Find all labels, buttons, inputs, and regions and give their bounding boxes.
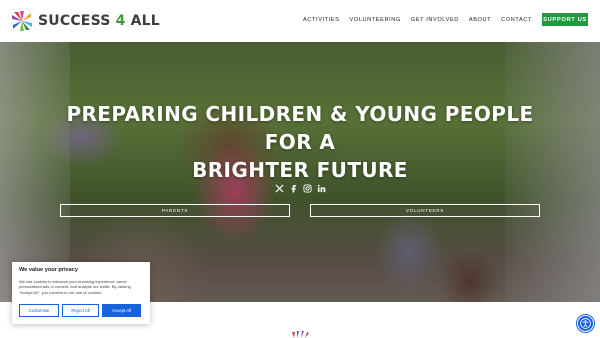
- instagram-icon[interactable]: [303, 184, 312, 193]
- cookie-accept-all-button[interactable]: Accept All: [102, 304, 141, 317]
- hero-title: PREPARING CHILDREN & YOUNG PEOPLE FOR A …: [66, 102, 534, 182]
- facebook-icon[interactable]: [289, 184, 298, 193]
- accessibility-button[interactable]: [577, 315, 594, 332]
- site-header: SUCCESS 4 ALL ACTIVITIES VOLUNTEERING GE…: [0, 0, 600, 42]
- page: SUCCESS 4 ALL ACTIVITIES VOLUNTEERING GE…: [0, 0, 600, 338]
- logo-text: SUCCESS 4 ALL: [38, 13, 160, 29]
- cookie-customise-button[interactable]: Customise: [19, 304, 59, 317]
- cookie-consent-banner: We value your privacy We use cookies to …: [12, 262, 150, 324]
- cookie-reject-all-button[interactable]: Reject All: [62, 304, 99, 317]
- nav-item-get-involved[interactable]: GET INVOLVED: [411, 17, 459, 23]
- social-links: [275, 184, 331, 193]
- support-us-button[interactable]: SUPPORT US: [542, 13, 588, 26]
- site-logo[interactable]: SUCCESS 4 ALL: [10, 9, 160, 33]
- cookie-title: We value your privacy: [19, 267, 78, 273]
- section-logo-mark-icon: [292, 331, 309, 338]
- cookie-actions: Customise Reject All Accept All: [19, 304, 141, 317]
- nav-item-about[interactable]: ABOUT: [469, 17, 491, 23]
- main-nav: ACTIVITIES VOLUNTEERING GET INVOLVED ABO…: [293, 13, 588, 26]
- nav-item-volunteering[interactable]: VOLUNTEERING: [350, 17, 401, 23]
- cookie-description: We use cookies to enhance your browsing …: [19, 279, 131, 295]
- accessibility-icon: [580, 318, 591, 329]
- parents-button[interactable]: PARENTS: [60, 204, 290, 217]
- x-icon[interactable]: [275, 184, 284, 193]
- volunteers-button[interactable]: VOLUNTEERS: [310, 204, 540, 217]
- linkedin-icon[interactable]: [317, 184, 326, 193]
- section-logo: [280, 330, 320, 338]
- nav-item-contact[interactable]: CONTACT: [501, 17, 532, 23]
- nav-item-activities[interactable]: ACTIVITIES: [303, 17, 339, 23]
- logo-mark-icon: [12, 11, 32, 31]
